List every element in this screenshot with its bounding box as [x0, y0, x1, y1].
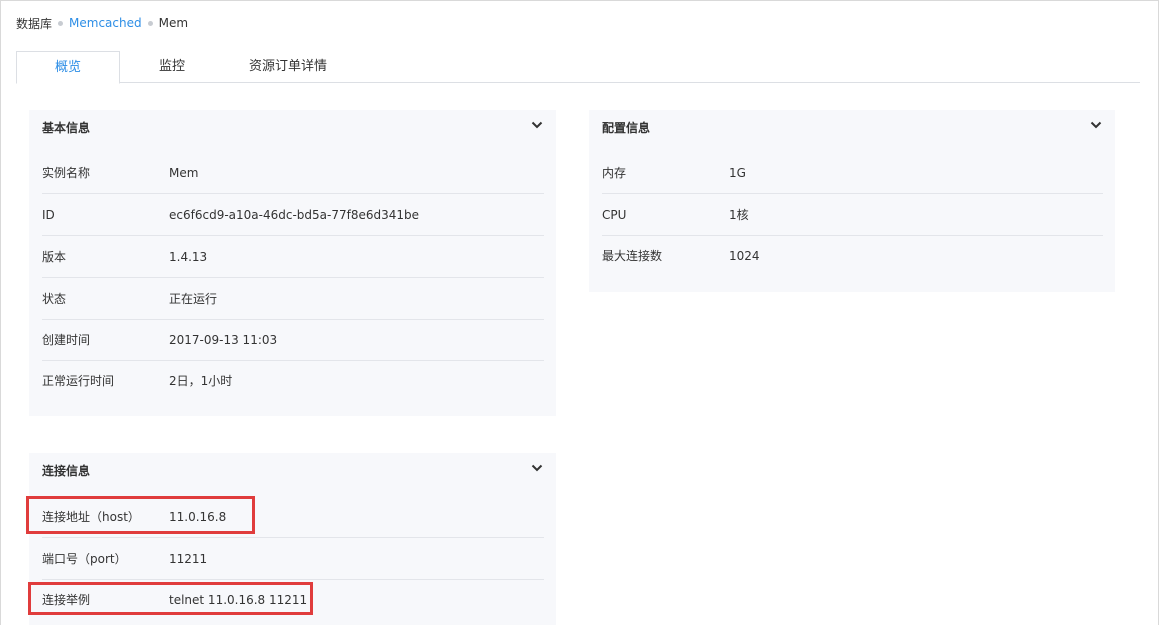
- tab-overview[interactable]: 概览: [16, 51, 120, 84]
- config-info-title: 配置信息: [602, 121, 651, 135]
- basic-info-header[interactable]: 基本信息: [29, 110, 556, 144]
- config-info-panel: 配置信息 内存 1G CPU 1核 最大连接数 1024: [589, 110, 1115, 292]
- row-value: 1024: [729, 249, 760, 263]
- basic-info-title: 基本信息: [42, 121, 91, 135]
- row-label: 连接地址（host）: [42, 510, 140, 524]
- info-row-status: 状态 正在运行: [42, 278, 544, 320]
- breadcrumb-service-link[interactable]: Memcached: [69, 16, 142, 30]
- example-value: telnet 11.0.16.8 11211: [169, 593, 308, 607]
- connection-info-title: 连接信息: [42, 464, 91, 478]
- info-row-uptime: 正常运行时间 2日，1小时: [42, 360, 544, 402]
- host-value: 11.0.16.8: [169, 510, 227, 524]
- row-value: ec6f6cd9-a10a-46dc-bd5a-77f8e6d341be: [169, 208, 419, 222]
- connection-row-host: 连接地址（host） 11.0.16.8: [42, 496, 544, 538]
- tab-monitoring[interactable]: 监控: [134, 51, 210, 83]
- chevron-down-icon[interactable]: [530, 461, 544, 475]
- info-row-created-time: 创建时间 2017-09-13 11:03: [42, 319, 544, 361]
- connection-info-header[interactable]: 连接信息: [29, 453, 556, 487]
- tab-bar: 概览 监控 资源订单详情: [16, 51, 1140, 84]
- row-value: 2017-09-13 11:03: [169, 333, 278, 347]
- row-label: 正常运行时间: [42, 374, 115, 388]
- basic-info-panel: 基本信息 实例名称 Mem ID ec6f6cd9-a10a-46dc-bd5a…: [29, 110, 556, 416]
- row-label: 最大连接数: [602, 249, 663, 263]
- config-row-cpu: CPU 1核: [602, 194, 1103, 236]
- row-label: 状态: [42, 292, 67, 306]
- row-value: 2日，1小时: [169, 374, 233, 388]
- chevron-down-icon[interactable]: [1089, 118, 1103, 132]
- chevron-down-icon[interactable]: [530, 118, 544, 132]
- connection-row-port: 端口号（port） 11211: [42, 538, 544, 580]
- row-label: 端口号（port）: [42, 552, 127, 566]
- row-value: 1核: [729, 208, 749, 222]
- port-value: 11211: [169, 552, 208, 566]
- breadcrumb-separator: [58, 20, 64, 26]
- config-info-header[interactable]: 配置信息: [589, 110, 1115, 144]
- status-value: 正在运行: [169, 292, 218, 306]
- row-value: Mem: [169, 166, 199, 180]
- row-label: 实例名称: [42, 166, 91, 180]
- row-label: 内存: [602, 166, 627, 180]
- info-row-id: ID ec6f6cd9-a10a-46dc-bd5a-77f8e6d341be: [42, 194, 544, 236]
- config-row-memory: 内存 1G: [602, 152, 1103, 194]
- connection-row-example: 连接举例 telnet 11.0.16.8 11211: [42, 579, 544, 621]
- connection-info-panel: 连接信息 连接地址（host） 11.0.16.8 端口号（port） 1121…: [29, 453, 556, 625]
- row-label: 版本: [42, 250, 67, 264]
- breadcrumb-instance: Mem: [158, 16, 189, 30]
- row-label: 连接举例: [42, 593, 91, 607]
- row-label: ID: [42, 208, 55, 222]
- tab-resource-order-details[interactable]: 资源订单详情: [226, 51, 350, 83]
- breadcrumb-separator: [147, 20, 153, 26]
- row-label: 创建时间: [42, 333, 91, 347]
- breadcrumb-root[interactable]: 数据库: [16, 15, 52, 32]
- row-value: 1.4.13: [169, 250, 208, 264]
- info-row-version: 版本 1.4.13: [42, 236, 544, 278]
- row-label: CPU: [602, 208, 627, 222]
- info-row-instance-name: 实例名称 Mem: [42, 152, 544, 194]
- row-value: 1G: [729, 166, 746, 180]
- breadcrumb: 数据库 Memcached Mem: [16, 15, 188, 31]
- config-row-max-connections: 最大连接数 1024: [602, 235, 1103, 277]
